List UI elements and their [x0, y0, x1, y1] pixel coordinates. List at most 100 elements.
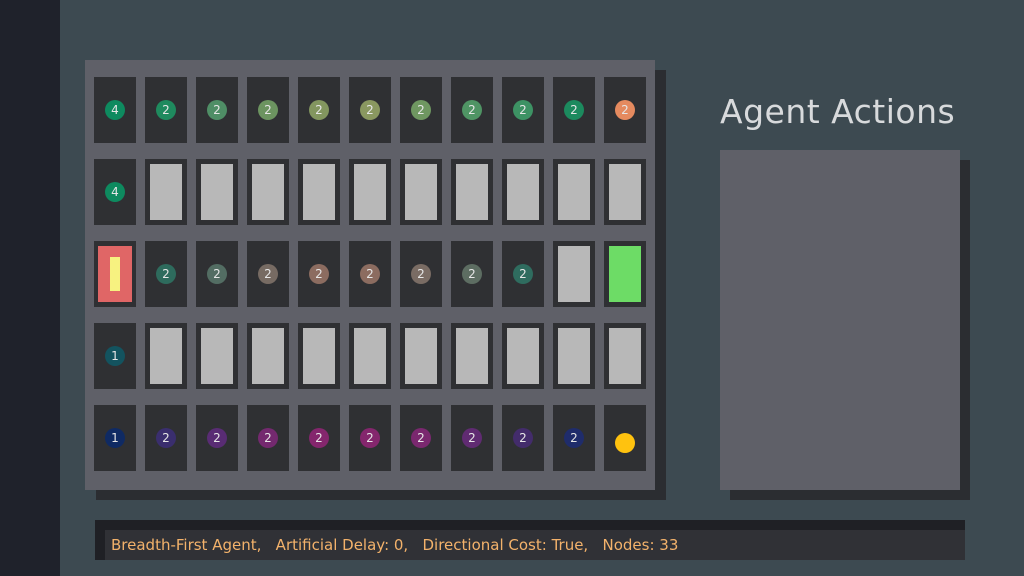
- grid-cell: [451, 323, 493, 389]
- cost-badge: 1: [105, 428, 125, 448]
- cost-badge: 2: [156, 264, 176, 284]
- wall-block: [558, 246, 590, 302]
- wall-block: [405, 164, 437, 220]
- wall-block: [303, 164, 335, 220]
- cost-badge: 2: [462, 100, 482, 120]
- status-bar: Breadth-First Agent, Artificial Delay: 0…: [105, 530, 965, 560]
- cost-badge: 4: [105, 182, 125, 202]
- status-bar-shadow-left: [95, 520, 105, 560]
- grid-cell: 2: [451, 405, 493, 471]
- cost-badge: 2: [207, 428, 227, 448]
- agent-actions-title: Agent Actions: [720, 92, 956, 131]
- grid-cell: [604, 405, 646, 471]
- grid-cell: [247, 159, 289, 225]
- cost-badge: 2: [564, 428, 584, 448]
- cost-badge: 2: [360, 428, 380, 448]
- agent-marker: [98, 246, 132, 302]
- grid-cell: [604, 323, 646, 389]
- cost-badge: 2: [411, 264, 431, 284]
- grid-cell: [604, 159, 646, 225]
- wall-block: [558, 164, 590, 220]
- grid-cell: 2: [400, 241, 442, 307]
- wall-block: [201, 328, 233, 384]
- cost-badge: 2: [309, 428, 329, 448]
- game-board: 4 2 2 2 2 2 2 2 2 2 2 4 2 2 2 2 2 2 2 2 1 1 2 2 2 2 2 2 2 2 2: [85, 60, 655, 490]
- grid-cell: 1: [94, 405, 136, 471]
- wall-block: [150, 328, 182, 384]
- grid-cell: [400, 323, 442, 389]
- grid-cell: 2: [502, 241, 544, 307]
- grid-cell: 2: [400, 405, 442, 471]
- wall-block: [609, 164, 641, 220]
- cost-badge: 2: [360, 100, 380, 120]
- cost-badge: 2: [360, 264, 380, 284]
- grid-cell: [502, 323, 544, 389]
- grid-cell: 2: [553, 405, 595, 471]
- grid-cell: [298, 323, 340, 389]
- grid-cell: [400, 159, 442, 225]
- grid-cell: 2: [298, 405, 340, 471]
- cost-badge: 2: [411, 100, 431, 120]
- grid-cell: 2: [349, 241, 391, 307]
- cost-badge: 2: [462, 264, 482, 284]
- cost-badge: 2: [156, 100, 176, 120]
- grid-cell: 2: [349, 77, 391, 143]
- grid-cell: [451, 159, 493, 225]
- wall-block: [354, 328, 386, 384]
- cost-badge: 2: [513, 428, 533, 448]
- grid-cell: 2: [451, 241, 493, 307]
- grid-cell: [349, 159, 391, 225]
- grid-cell: 2: [451, 77, 493, 143]
- status-bar-shadow-top: [95, 520, 965, 530]
- grid-cell: 2: [145, 405, 187, 471]
- grid-cell: 2: [298, 77, 340, 143]
- cost-badge: 2: [309, 100, 329, 120]
- cost-badge: 2: [156, 428, 176, 448]
- cost-badge: 1: [105, 346, 125, 366]
- cost-badge: 2: [258, 100, 278, 120]
- grid-cell: [145, 323, 187, 389]
- grid-cell: [196, 323, 238, 389]
- wall-block: [558, 328, 590, 384]
- left-sidebar-strip: [0, 0, 60, 576]
- grid-cell: [145, 159, 187, 225]
- wall-block: [609, 328, 641, 384]
- wall-block: [405, 328, 437, 384]
- wall-block: [303, 328, 335, 384]
- grid-cell: 2: [247, 241, 289, 307]
- grid-cell: [298, 159, 340, 225]
- grid-cell: 2: [196, 241, 238, 307]
- grid-cell: [604, 241, 646, 307]
- grid-cell: 2: [502, 405, 544, 471]
- grid-cell: 2: [196, 405, 238, 471]
- grid-cell: 2: [298, 241, 340, 307]
- wall-block: [507, 164, 539, 220]
- grid-cell: 2: [247, 77, 289, 143]
- grid-cell: 4: [94, 77, 136, 143]
- cost-badge: 2: [513, 100, 533, 120]
- cost-badge: 2: [207, 264, 227, 284]
- cost-badge: 2: [462, 428, 482, 448]
- wall-block: [507, 328, 539, 384]
- cost-badge: 2: [513, 264, 533, 284]
- grid-cell: 2: [247, 405, 289, 471]
- wall-block: [201, 164, 233, 220]
- cost-badge: 2: [411, 428, 431, 448]
- grid-cell: 2: [349, 405, 391, 471]
- grid-cell: [196, 159, 238, 225]
- grid-cell: 2: [400, 77, 442, 143]
- coin-icon: [615, 433, 635, 453]
- grid-cell: [349, 323, 391, 389]
- cost-badge: 2: [258, 428, 278, 448]
- grid-cell: 1: [94, 323, 136, 389]
- grid-cell: [247, 323, 289, 389]
- cost-badge: 2: [258, 264, 278, 284]
- grid-cell: 4: [94, 159, 136, 225]
- grid-cell: [502, 159, 544, 225]
- wall-block: [252, 328, 284, 384]
- grid-cell: [553, 159, 595, 225]
- wall-block: [252, 164, 284, 220]
- cost-badge: 2: [615, 100, 635, 120]
- cost-badge: 2: [207, 100, 227, 120]
- grid-cell: 2: [196, 77, 238, 143]
